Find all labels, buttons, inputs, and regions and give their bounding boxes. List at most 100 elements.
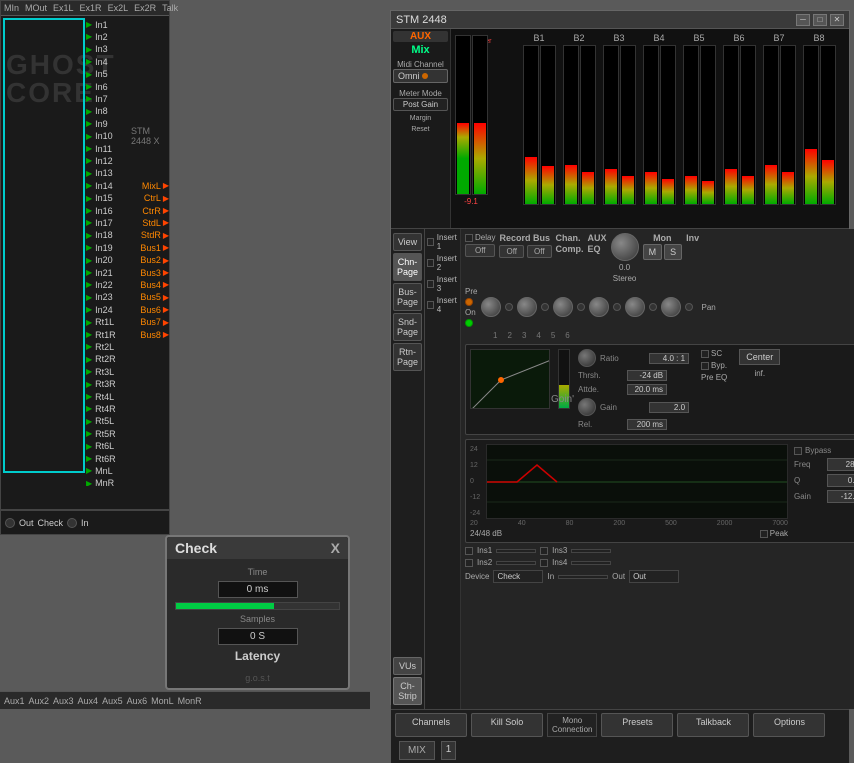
aux-knob-5[interactable] xyxy=(625,297,645,317)
m-btn-top[interactable]: M xyxy=(643,244,663,260)
check-close-btn[interactable]: X xyxy=(331,540,340,556)
view-btn[interactable]: View xyxy=(393,233,422,251)
post-gain-btn[interactable]: Post Gain xyxy=(393,98,448,111)
channel-item[interactable]: ▶MnR xyxy=(1,475,169,486)
header-ex1r[interactable]: Ex1R xyxy=(78,3,104,13)
stm-maximize-btn[interactable]: □ xyxy=(813,14,827,26)
delay-cb[interactable] xyxy=(465,234,473,242)
comp-params: Ratio 4.0 : 1 Thrsh. -24 dB Attde. 20.0 … xyxy=(578,349,689,430)
footer-aux1[interactable]: Aux1 xyxy=(4,696,25,706)
chn-page-btn[interactable]: Chn-Page xyxy=(393,253,422,281)
mono-connection[interactable]: Mono Connection xyxy=(547,713,597,737)
bus-page-btn[interactable]: Bus-Page xyxy=(393,283,422,311)
samples-field[interactable] xyxy=(218,628,298,645)
snd-page-btn[interactable]: Snd-Page xyxy=(393,313,422,341)
bypass-cb[interactable] xyxy=(794,447,802,455)
aux-knob-4[interactable] xyxy=(589,297,609,317)
ins4-field[interactable] xyxy=(571,561,611,565)
header-ex1l[interactable]: Ex1L xyxy=(51,3,76,13)
ratio-knob[interactable] xyxy=(578,349,596,367)
delay-off-btn[interactable]: Off xyxy=(465,244,495,257)
sc-cb[interactable] xyxy=(701,350,709,358)
footer-monl[interactable]: MonL xyxy=(151,696,174,706)
footer-aux2[interactable]: Aux2 xyxy=(29,696,50,706)
inf-btn[interactable]: inf. xyxy=(754,369,765,378)
q-value: 0.7 xyxy=(827,474,854,487)
ins3-cb[interactable] xyxy=(540,547,548,555)
header-ex2r[interactable]: Ex2R xyxy=(132,3,158,13)
aux-knob-2[interactable] xyxy=(517,297,537,317)
aux-led-5[interactable] xyxy=(649,303,657,311)
footer-aux6[interactable]: Aux6 xyxy=(127,696,148,706)
time-field[interactable] xyxy=(218,581,298,598)
footer-aux5[interactable]: Aux5 xyxy=(102,696,123,706)
mix-btn[interactable]: MIX xyxy=(399,741,435,760)
mix-label: Mix xyxy=(393,44,448,56)
stm-minimize-btn[interactable]: ─ xyxy=(796,14,810,26)
presets-btn[interactable]: Presets xyxy=(601,713,673,737)
in-label[interactable]: In xyxy=(81,518,89,528)
margin-reset-btn[interactable]: Reset xyxy=(393,126,448,133)
peak-cb[interactable] xyxy=(760,530,768,538)
mono-line1: Mono xyxy=(552,716,592,725)
vu-bar-B3-l xyxy=(603,45,619,205)
insert-3-cb[interactable] xyxy=(427,280,434,288)
channel-name: MnR xyxy=(95,478,169,486)
out-label[interactable]: Out xyxy=(19,518,34,528)
ins3-field[interactable] xyxy=(571,549,611,553)
ins2-cb[interactable] xyxy=(465,559,473,567)
footer-aux3[interactable]: Aux3 xyxy=(53,696,74,706)
vus-btn[interactable]: VUs xyxy=(393,657,422,675)
center-btn[interactable]: Center xyxy=(739,349,780,365)
pre-label: Pre xyxy=(465,287,477,296)
header-mout[interactable]: MOut xyxy=(23,3,49,13)
insert-1-cb[interactable] xyxy=(427,238,434,246)
kill-solo-btn[interactable]: Kill Solo xyxy=(471,713,543,737)
device-out-field[interactable]: Out xyxy=(629,570,679,583)
s-btn[interactable]: S xyxy=(664,244,682,260)
delay-label: Delay xyxy=(465,233,495,242)
byp-cb[interactable] xyxy=(701,362,709,370)
ins2-field[interactable] xyxy=(496,561,536,565)
aux-knob-1[interactable] xyxy=(481,297,501,317)
ins1-field[interactable] xyxy=(496,549,536,553)
header-min[interactable]: MIn xyxy=(2,3,21,13)
gain-knob[interactable] xyxy=(578,398,596,416)
aux-num-3: 3 xyxy=(522,331,526,340)
eq-gain-row: Gain -12.0 xyxy=(794,490,854,503)
footer-aux4[interactable]: Aux4 xyxy=(78,696,99,706)
record-bus-off1-btn[interactable]: Off xyxy=(499,245,524,258)
aux-led-6[interactable] xyxy=(685,303,693,311)
footer-monr[interactable]: MonR xyxy=(178,696,202,706)
aux-knob-6[interactable] xyxy=(661,297,681,317)
record-bus-off2-btn[interactable]: Off xyxy=(527,245,552,258)
channels-btn[interactable]: Channels xyxy=(395,713,467,737)
channel-list: ▶In1▶In2▶In3▶In4▶In5▶In6▶In7▶In8▶In9▶In1… xyxy=(1,16,169,486)
pre-led[interactable] xyxy=(465,298,473,306)
aux-led-3[interactable] xyxy=(577,303,585,311)
header-ex2l[interactable]: Ex2L xyxy=(106,3,131,13)
options-btn[interactable]: Options xyxy=(753,713,825,737)
device-field[interactable]: Check xyxy=(493,570,543,583)
time-label: Time xyxy=(248,567,268,577)
insert-2-cb[interactable] xyxy=(427,259,434,267)
ch-strip-btn[interactable]: Ch-Strip xyxy=(393,677,422,705)
aux-led-4[interactable] xyxy=(613,303,621,311)
insert-4-cb[interactable] xyxy=(427,301,434,309)
omni-btn[interactable]: Omni xyxy=(393,69,448,83)
eq-freq-labels: 20 40 80 200 500 2000 7000 xyxy=(470,520,788,527)
stm-close-btn[interactable]: ✕ xyxy=(830,14,844,26)
ins4-cb[interactable] xyxy=(540,559,548,567)
talkback-btn[interactable]: Talkback xyxy=(677,713,749,737)
main-knob[interactable] xyxy=(611,233,639,261)
device-in-field[interactable] xyxy=(558,575,608,579)
aux-led-2[interactable] xyxy=(541,303,549,311)
on-led[interactable] xyxy=(465,319,473,327)
rtn-page-btn[interactable]: Rtn-Page xyxy=(393,343,422,371)
vu-channel-b6: B6 xyxy=(721,33,757,224)
aux-led-1[interactable] xyxy=(505,303,513,311)
aux-knob-3[interactable] xyxy=(553,297,573,317)
header-talk[interactable]: Talk xyxy=(160,3,180,13)
check-label-small[interactable]: Check xyxy=(38,518,64,528)
ins1-cb[interactable] xyxy=(465,547,473,555)
